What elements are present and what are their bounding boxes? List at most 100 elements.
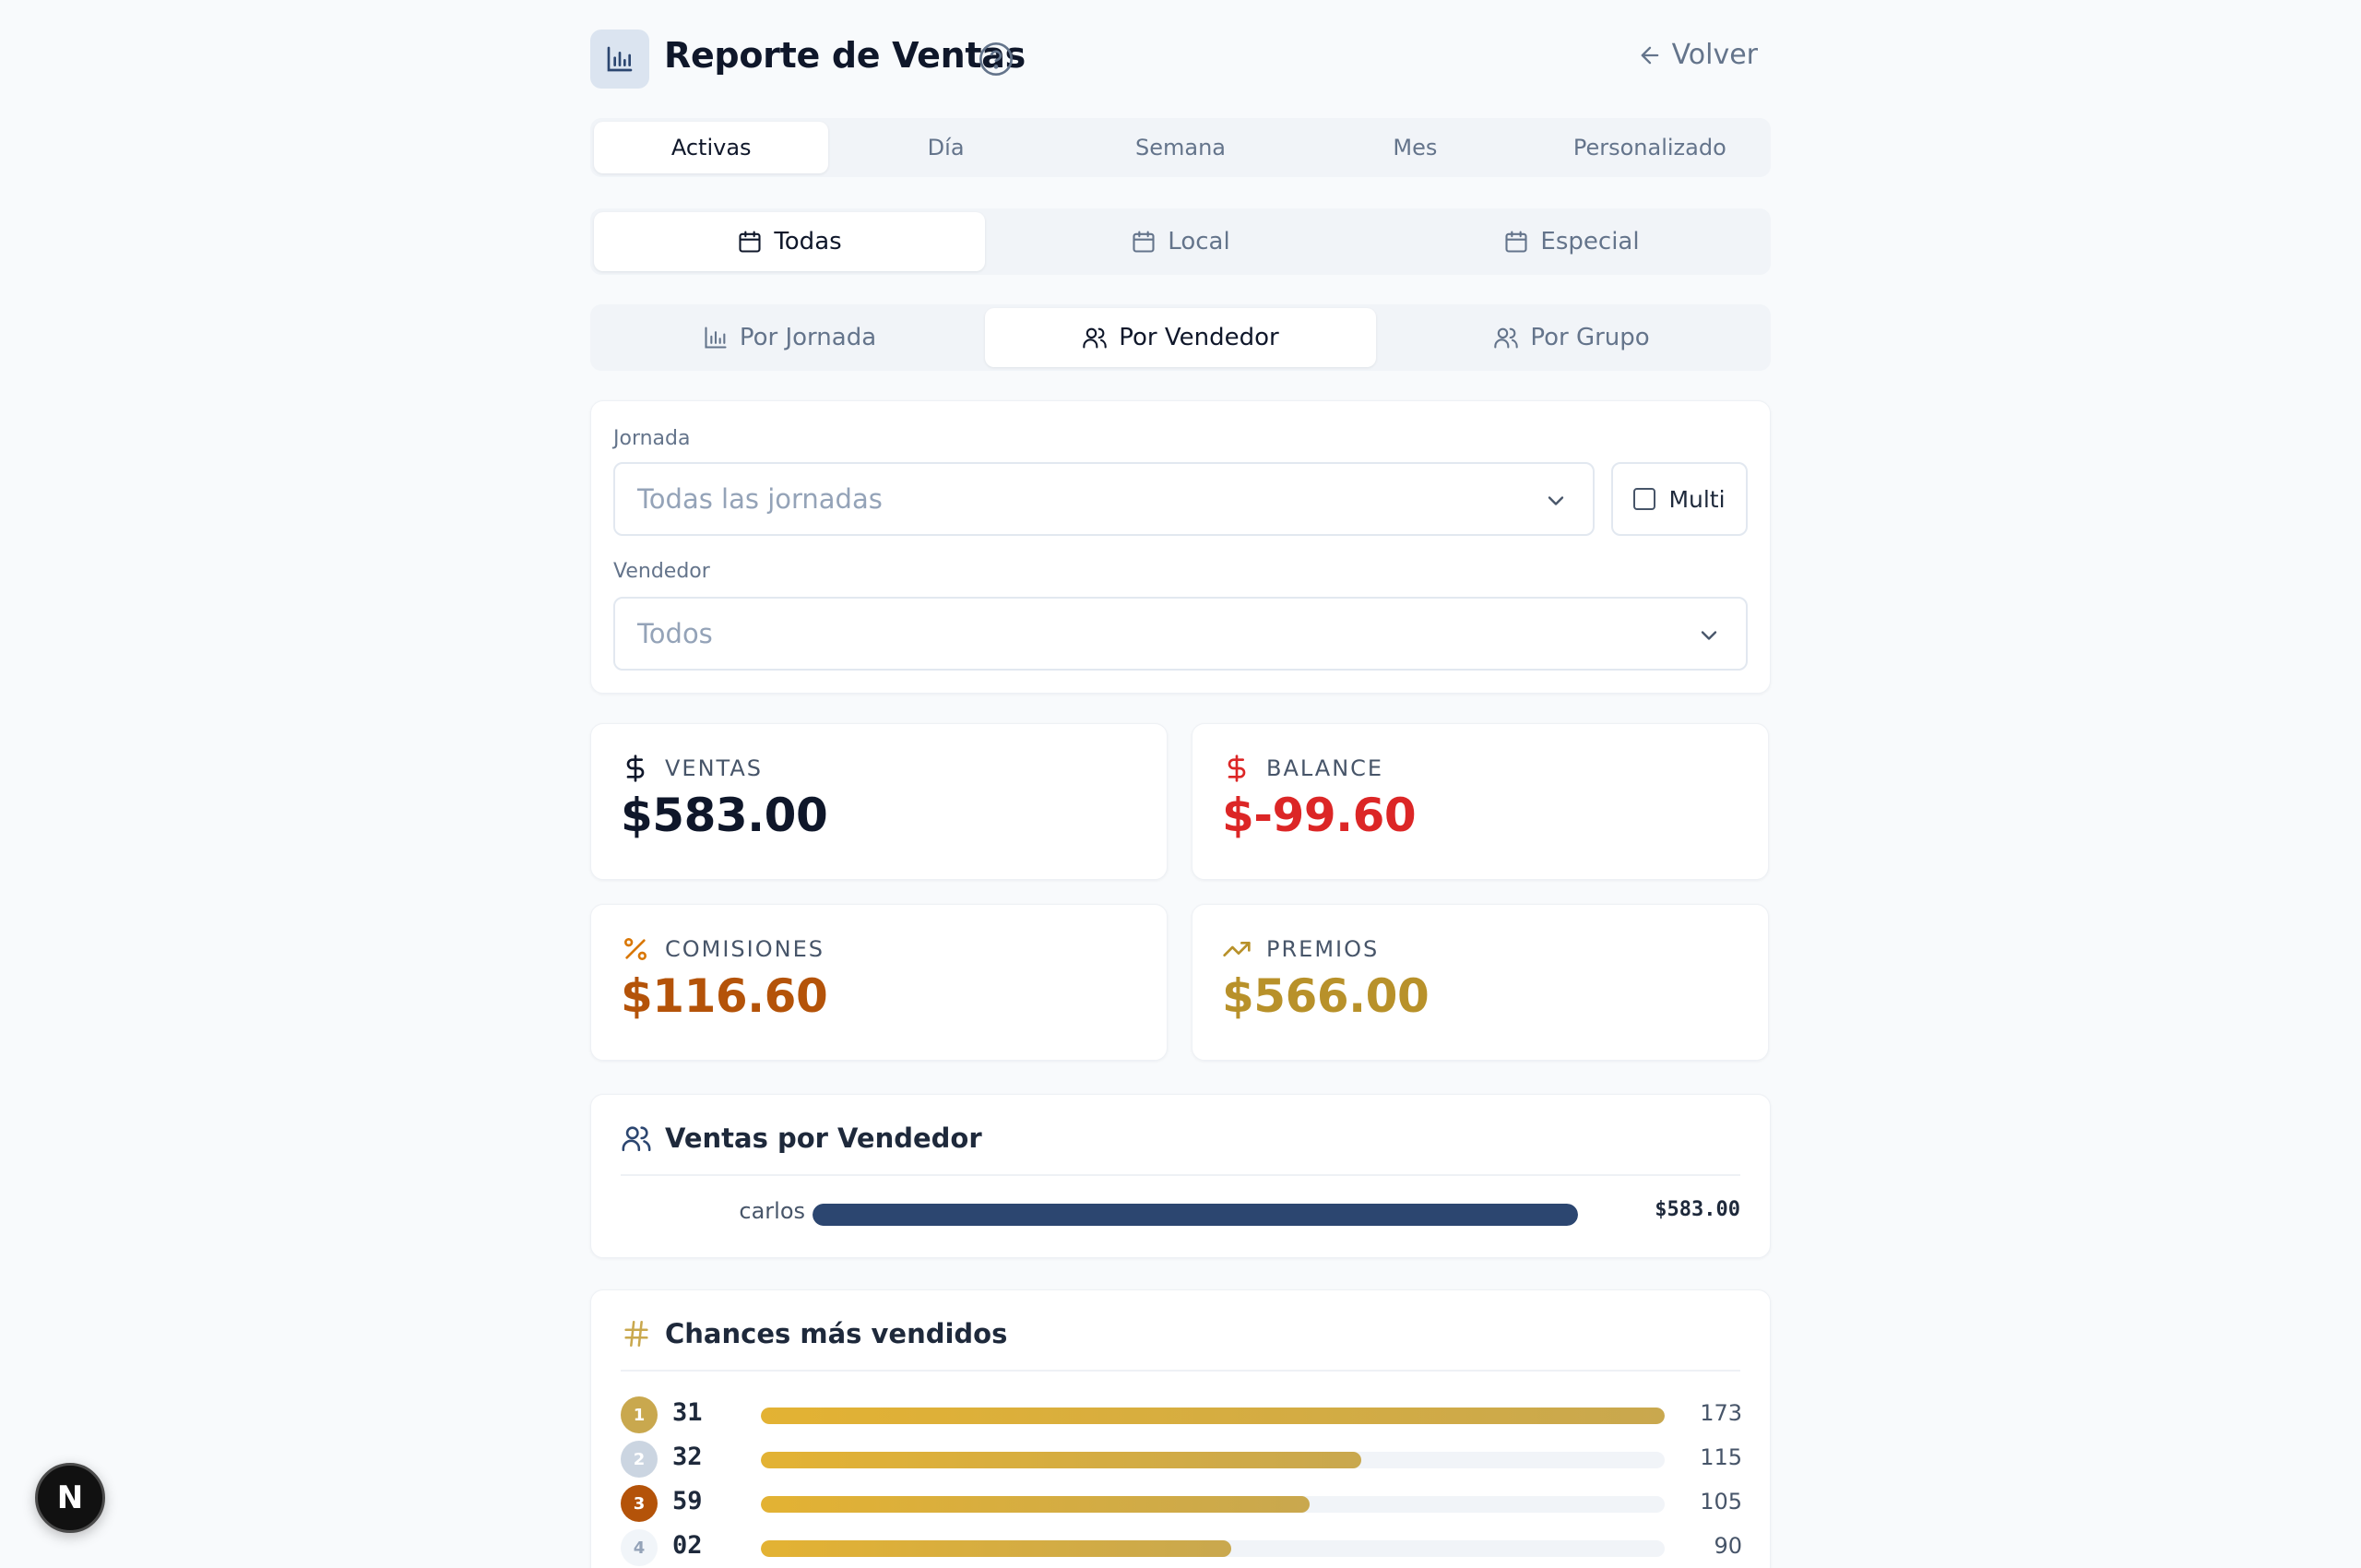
stat-value-premios: $566.00 [1222, 969, 1430, 1023]
tab-label: Día [927, 135, 965, 160]
top-chances-card: Chances más vendidos 1 31 173 2 32 115 3… [590, 1289, 1771, 1568]
rank-badge: 4 [621, 1529, 658, 1566]
chevron-down-icon [1548, 496, 1564, 505]
stat-card-ventas: VENTAS $583.00 [590, 723, 1168, 880]
tab-label: Por Jornada [739, 324, 877, 351]
tab-semana[interactable]: Semana [1063, 122, 1298, 173]
jornada-select[interactable]: Todas las jornadas [613, 462, 1595, 536]
tab-label: Por Vendedor [1119, 324, 1279, 351]
stat-value-comisiones: $116.60 [621, 969, 828, 1023]
vendedor-select-value: Todos [637, 618, 713, 649]
chance-row: 1 31 173 [621, 1396, 1742, 1433]
tab-personalizado[interactable]: Personalizado [1533, 122, 1767, 173]
rank-badge: 1 [621, 1396, 658, 1433]
stat-card-comisiones: COMISIONES $116.60 [590, 904, 1168, 1061]
chance-bar-track [761, 1496, 1665, 1513]
chance-bar-fill [761, 1540, 1231, 1557]
chevron-down-icon [1701, 631, 1717, 640]
tab-label: Todas [774, 228, 842, 255]
chance-row: 2 32 115 [621, 1441, 1742, 1478]
chance-row: 4 02 90 [621, 1529, 1742, 1566]
vendedor-select[interactable]: Todos [613, 597, 1748, 671]
fab-label: N [56, 1479, 84, 1516]
chance-count: 105 [1700, 1489, 1742, 1515]
stat-value-ventas: $583.00 [621, 789, 828, 842]
percent-icon [624, 938, 647, 960]
multi-toggle[interactable]: Multi [1611, 462, 1748, 536]
seller-amount: $583.00 [1655, 1198, 1740, 1221]
type-tabs: Todas Local Especial [590, 208, 1771, 275]
stat-card-balance: BALANCE $-99.60 [1192, 723, 1769, 880]
report-container: Reporte de Ventas Volver Activas Día Sem… [590, 0, 1771, 1568]
calendar-icon [739, 231, 761, 253]
calendar-icon [1133, 231, 1155, 253]
chance-count: 115 [1700, 1444, 1742, 1470]
tab-todas[interactable]: Todas [594, 212, 985, 271]
tab-label: Local [1168, 228, 1230, 255]
divider [621, 1174, 1740, 1176]
rank-badge: 2 [621, 1441, 658, 1478]
chance-number: 31 [672, 1398, 703, 1427]
chance-bar-fill [761, 1496, 1310, 1513]
back-label: Volver [1671, 39, 1758, 71]
report-logo [590, 30, 649, 89]
chance-count: 173 [1700, 1400, 1742, 1426]
filters-card: Jornada Todas las jornadas Multi Vendedo… [590, 400, 1771, 694]
stat-label: VENTAS [665, 755, 763, 781]
tab-mes[interactable]: Mes [1298, 122, 1532, 173]
stat-label: PREMIOS [1266, 936, 1380, 962]
jornada-select-value: Todas las jornadas [637, 483, 883, 515]
tab-dia[interactable]: Día [828, 122, 1062, 173]
multi-checkbox[interactable] [1633, 488, 1656, 510]
seller-name: carlos [739, 1198, 805, 1224]
tab-local[interactable]: Local [985, 212, 1376, 271]
tab-activas[interactable]: Activas [594, 122, 829, 173]
page-title: Reporte de Ventas [664, 35, 1026, 76]
chance-number: 32 [672, 1443, 703, 1471]
hash-icon [624, 1320, 648, 1348]
section-title: Ventas por Vendedor [665, 1123, 982, 1154]
users-icon [622, 1126, 651, 1152]
rank-badge: 3 [621, 1485, 658, 1522]
view-tabs: Por Jornada Por Vendedor Por Grupo [590, 304, 1771, 371]
back-button[interactable]: Volver [1637, 39, 1758, 71]
multi-label: Multi [1668, 485, 1726, 513]
chance-bar-fill [761, 1452, 1362, 1468]
bar-chart-icon [705, 327, 727, 349]
tab-label: Personalizado [1572, 135, 1726, 160]
seller-bar-fill [813, 1204, 1578, 1226]
seller-bar-track [813, 1204, 1578, 1226]
chance-number: 59 [672, 1487, 703, 1515]
vendedor-label: Vendedor [613, 560, 710, 583]
tab-label: Activas [670, 135, 752, 160]
tab-label: Mes [1393, 135, 1438, 160]
jornada-label: Jornada [613, 427, 691, 450]
chance-bar-fill [761, 1408, 1665, 1424]
section-title: Chances más vendidos [665, 1318, 1008, 1349]
users-icon [1083, 327, 1107, 349]
chance-number: 02 [672, 1531, 703, 1560]
tab-por-grupo[interactable]: Por Grupo [1376, 308, 1767, 367]
stat-value-balance: $-99.60 [1222, 789, 1417, 842]
chance-bar-track [761, 1452, 1665, 1468]
arrow-left-icon [1641, 46, 1658, 64]
chance-row: 3 59 105 [621, 1485, 1742, 1522]
tab-especial[interactable]: Especial [1376, 212, 1767, 271]
tab-por-jornada[interactable]: Por Jornada [594, 308, 985, 367]
stat-label: BALANCE [1266, 755, 1384, 781]
chance-bar-track [761, 1408, 1665, 1424]
chance-bar-track [761, 1540, 1665, 1557]
tab-label: Semana [1135, 135, 1227, 160]
trending-up-icon [1223, 942, 1251, 956]
stat-label: COMISIONES [665, 936, 825, 962]
help-icon[interactable] [978, 41, 1014, 77]
page-header: Reporte de Ventas Volver [590, 0, 1771, 118]
tab-label: Por Grupo [1530, 324, 1650, 351]
divider [621, 1370, 1740, 1372]
tab-por-vendedor[interactable]: Por Vendedor [985, 308, 1376, 367]
users-icon [1494, 327, 1519, 349]
bar-chart-icon [607, 46, 633, 72]
dollar-icon [626, 754, 645, 782]
next-dev-indicator-button[interactable]: N [35, 1463, 105, 1533]
sales-by-seller-card: Ventas por Vendedor carlos $583.00 [590, 1094, 1771, 1258]
